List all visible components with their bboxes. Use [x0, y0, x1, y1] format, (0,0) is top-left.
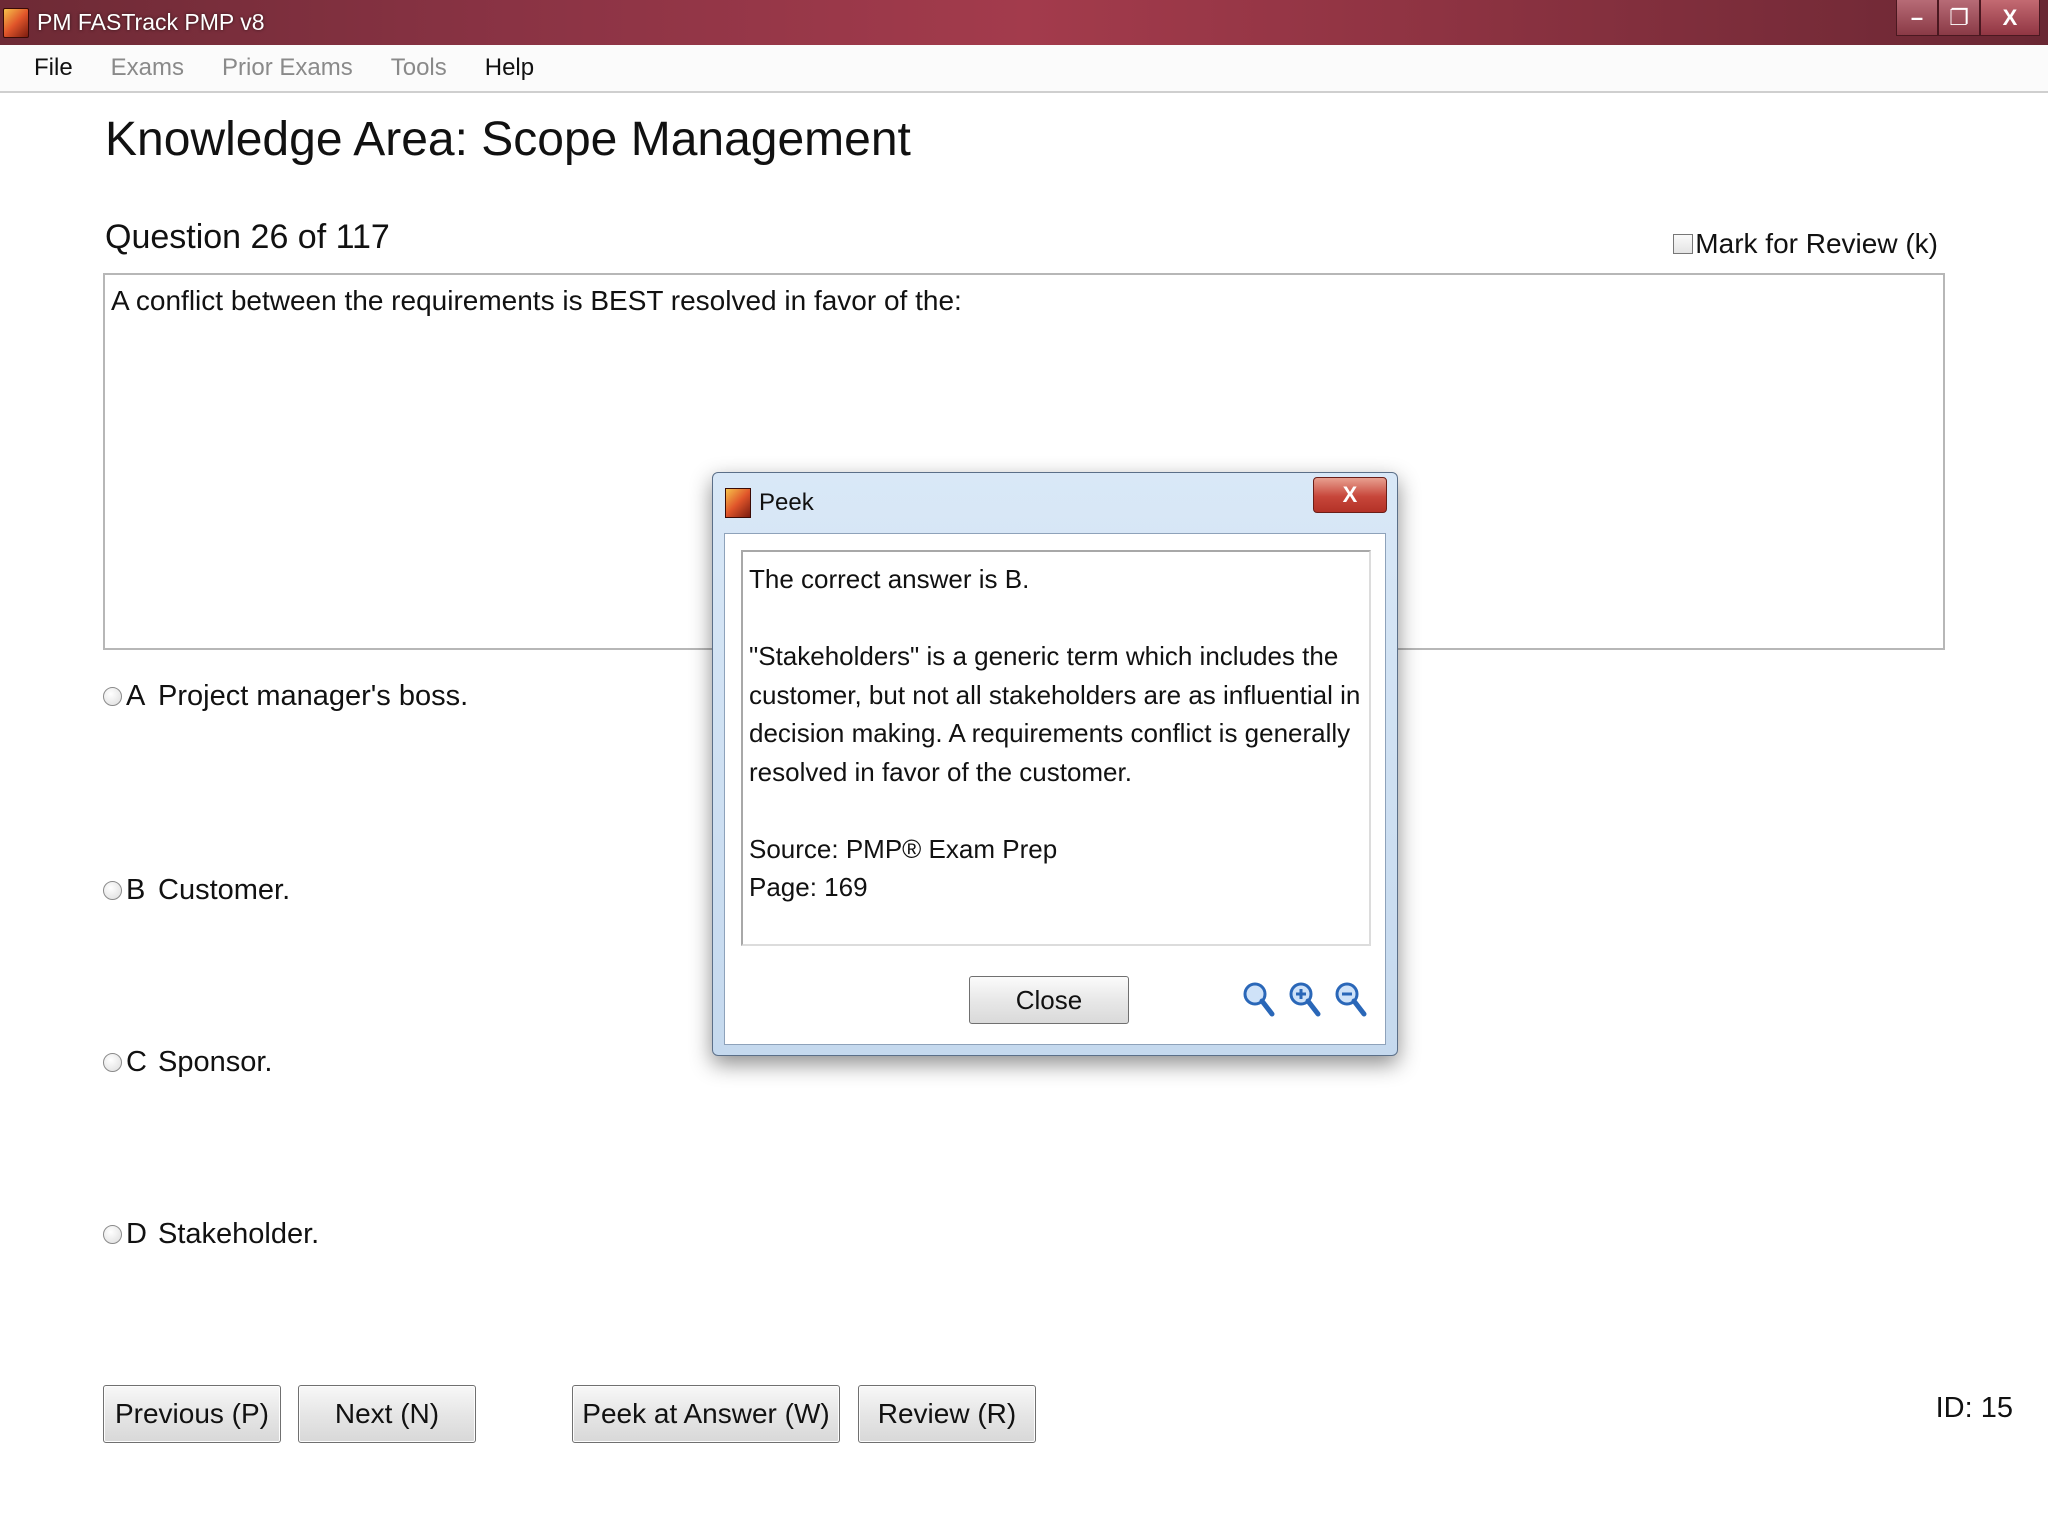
dialog-titlebar[interactable]: Peek X	[713, 473, 1397, 533]
answer-source: Source: PMP® Exam Prep	[749, 833, 1058, 864]
peek-dialog: Peek X The correct answer is B. "Stakeho…	[712, 472, 1398, 1056]
answer-text-area[interactable]: The correct answer is B. "Stakeholders" …	[741, 550, 1371, 946]
option-letter: B	[126, 874, 146, 906]
page-title: Knowledge Area: Scope Management	[105, 113, 911, 166]
mark-for-review-label: Mark for Review (k)	[1695, 228, 1938, 259]
answer-page: Page: 169	[749, 872, 868, 902]
zoom-out-icon[interactable]	[1333, 980, 1367, 1018]
dialog-close-x-button[interactable]: X	[1313, 477, 1387, 513]
app-icon	[3, 7, 29, 38]
menu-prior-exams[interactable]: Prior Exams	[222, 54, 353, 82]
dialog-close-button[interactable]: Close	[969, 976, 1129, 1024]
next-button[interactable]: Next (N)	[298, 1385, 476, 1443]
option-text: Sponsor.	[158, 1046, 273, 1078]
previous-button[interactable]: Previous (P)	[103, 1385, 281, 1443]
minimize-button[interactable]: –	[1896, 0, 1938, 36]
mark-for-review-checkbox[interactable]: Mark for Review (k)	[1673, 228, 1938, 260]
checkbox-box[interactable]	[1673, 234, 1694, 254]
peek-at-answer-button[interactable]: Peek at Answer (W)	[572, 1385, 840, 1443]
review-button[interactable]: Review (R)	[858, 1385, 1036, 1443]
option-letter: C	[126, 1046, 147, 1078]
dialog-title: Peek	[759, 489, 814, 516]
zoom-reset-icon[interactable]	[1241, 980, 1275, 1018]
option-d[interactable]: D Stakeholder.	[103, 1218, 319, 1251]
menu-bar: File Exams Prior Exams Tools Help	[0, 45, 2048, 93]
window-controls: – ❐ X	[1896, 0, 2040, 36]
dialog-body: The correct answer is B. "Stakeholders" …	[724, 533, 1386, 1045]
close-window-button[interactable]: X	[1980, 0, 2040, 36]
correct-answer-line: The correct answer is B.	[749, 564, 1030, 594]
option-b[interactable]: B Customer.	[103, 874, 290, 907]
radio-button[interactable]	[103, 1225, 122, 1244]
option-c[interactable]: C Sponsor.	[103, 1046, 272, 1079]
option-text: Stakeholder.	[158, 1218, 320, 1250]
option-text: Project manager's boss.	[158, 680, 469, 712]
option-letter: A	[126, 680, 146, 712]
app-icon	[725, 488, 751, 518]
radio-button[interactable]	[103, 881, 122, 900]
question-id: ID: 15	[1935, 1392, 2013, 1424]
question-counter: Question 26 of 117	[105, 218, 390, 256]
menu-tools[interactable]: Tools	[391, 54, 447, 82]
menu-exams[interactable]: Exams	[111, 54, 184, 82]
radio-button[interactable]	[103, 1053, 122, 1072]
window-title: PM FASTrack PMP v8	[37, 9, 265, 35]
zoom-controls	[1241, 980, 1367, 1018]
menu-file[interactable]: File	[34, 54, 73, 82]
radio-button[interactable]	[103, 687, 122, 706]
answer-explanation: "Stakeholders" is a generic term which i…	[749, 641, 1361, 787]
restore-button[interactable]: ❐	[1938, 0, 1980, 36]
option-a[interactable]: A Project manager's boss.	[103, 680, 468, 713]
option-letter: D	[126, 1218, 147, 1250]
zoom-in-icon[interactable]	[1287, 980, 1321, 1018]
menu-help[interactable]: Help	[485, 54, 534, 82]
question-text: A conflict between the requirements is B…	[111, 285, 962, 316]
window-titlebar: PM FASTrack PMP v8 – ❐ X	[0, 0, 2048, 45]
option-text: Customer.	[158, 874, 291, 906]
